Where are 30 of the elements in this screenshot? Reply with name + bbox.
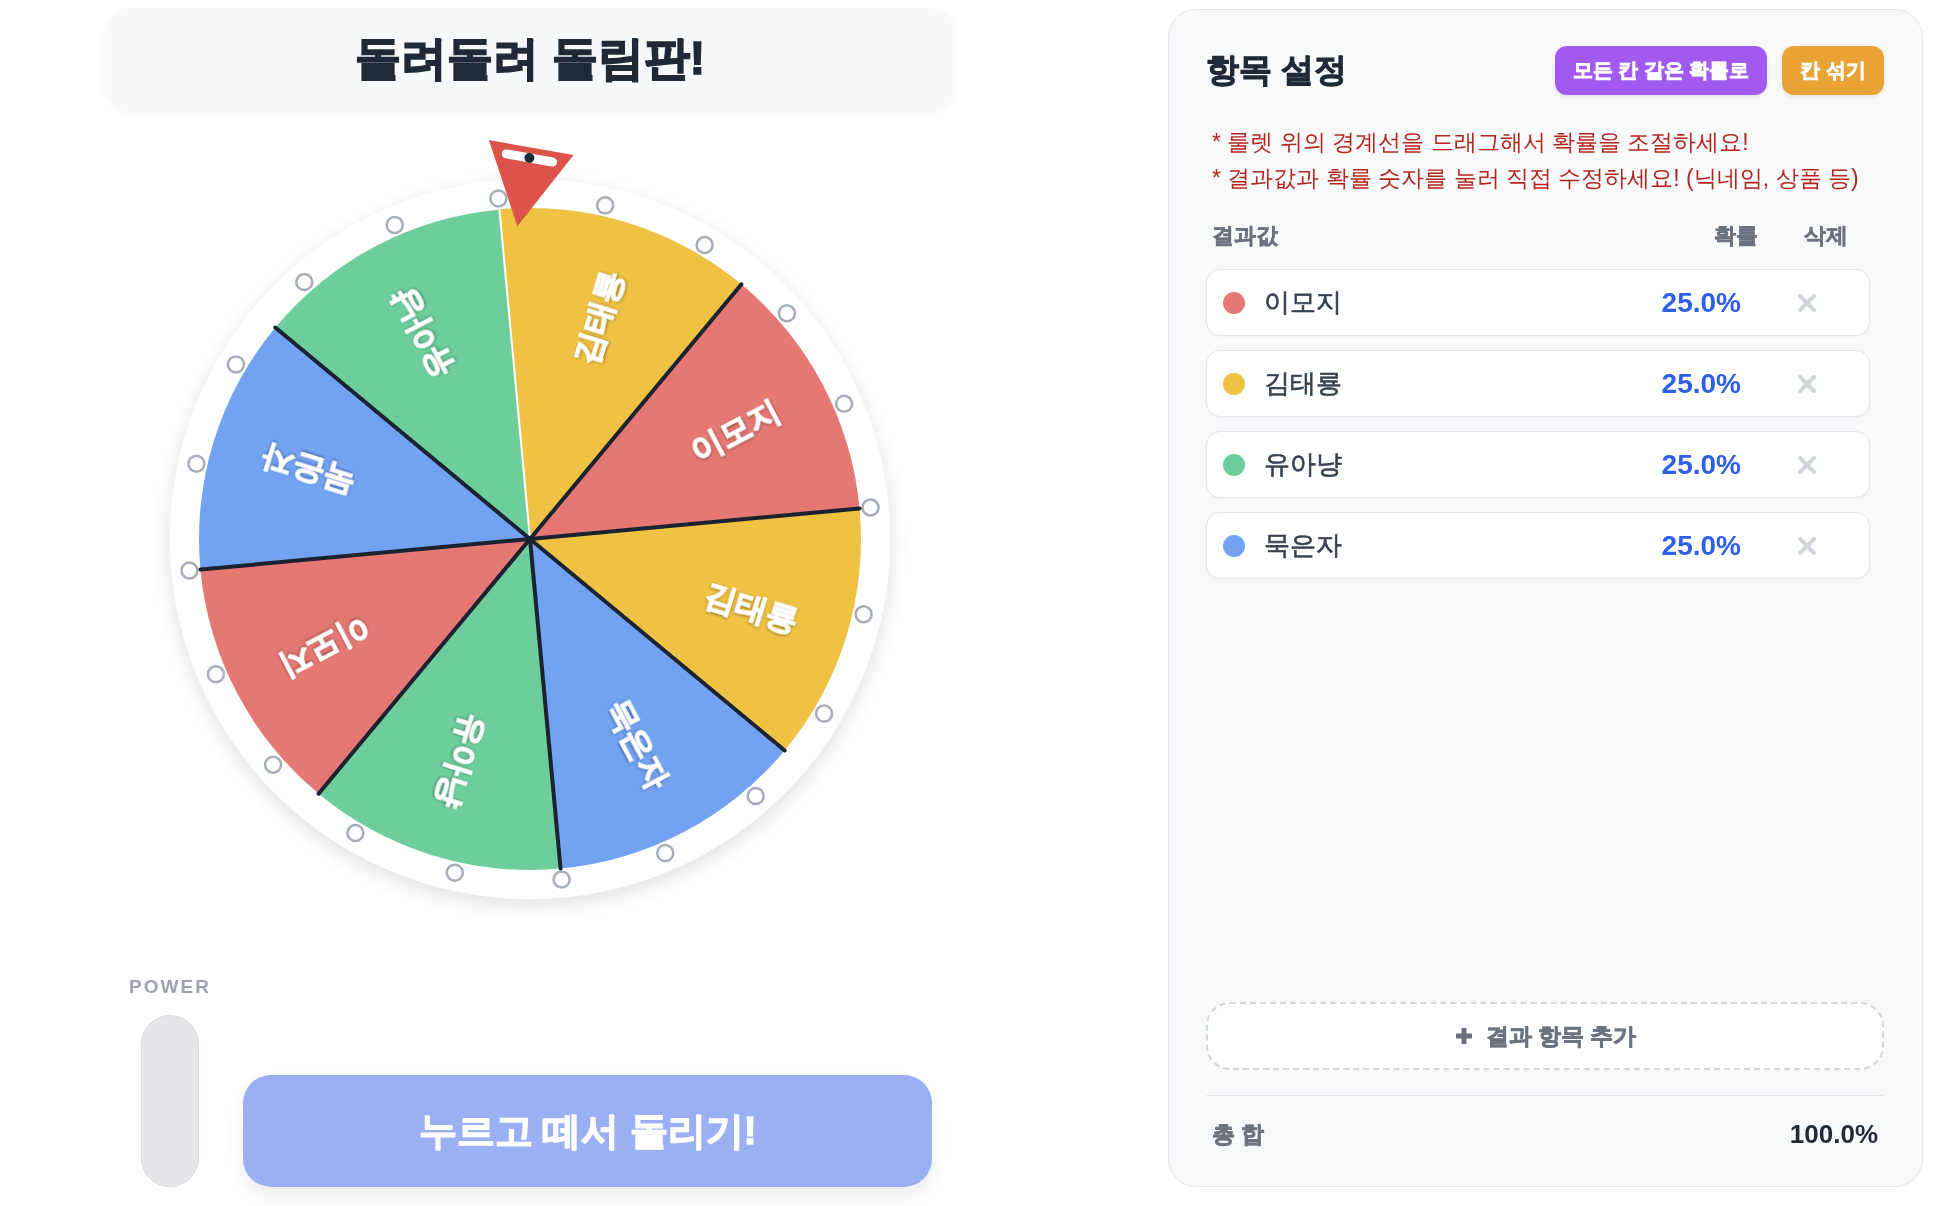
close-icon <box>1798 536 1816 555</box>
equalize-button[interactable]: 모든 칸 같은 확률로 <box>1554 46 1768 95</box>
total-label: 총 합 <box>1212 1119 1265 1149</box>
item-probability[interactable]: 25.0% <box>1661 529 1741 562</box>
close-icon <box>1798 293 1816 312</box>
hint-text: * 룰렛 위의 경계선을 드래그해서 확률을 조절하세요! <box>1212 128 1750 157</box>
add-item-button[interactable]: 결과 항목 추가 <box>1206 1002 1884 1070</box>
segment-label: 묵은자 <box>257 439 360 502</box>
item-name[interactable]: 김태룡 <box>1264 366 1342 401</box>
column-header: 삭제 <box>1804 222 1848 250</box>
power-label: POWER <box>129 976 211 998</box>
item-name[interactable]: 묵은자 <box>1264 528 1342 563</box>
panel-title: 항목 설정 <box>1206 50 1348 90</box>
item-probability[interactable]: 25.0% <box>1661 286 1741 319</box>
item-probability[interactable]: 25.0% <box>1661 367 1741 400</box>
pointer-icon <box>488 140 574 227</box>
segment-label: 김태룡 <box>567 266 630 369</box>
item-probability[interactable]: 25.0% <box>1661 448 1741 481</box>
column-header: 확률 <box>1714 222 1758 250</box>
close-icon <box>1798 455 1816 474</box>
total-value: 100.0% <box>1789 1118 1878 1150</box>
column-header: 결과값 <box>1212 222 1278 250</box>
segment-label: 김태룡 <box>700 576 803 639</box>
app-title: 돌려돌려 돌림판! <box>354 31 706 86</box>
segment-label: 유아냥 <box>430 709 493 812</box>
close-icon <box>1798 374 1816 393</box>
item-name[interactable]: 유아냥 <box>1264 447 1342 482</box>
plus-icon <box>1453 1026 1474 1046</box>
hint-text: * 결과값과 확률 숫자를 눌러 직접 수정하세요! (닉네임, 상품 등) <box>1212 164 1860 193</box>
item-name[interactable]: 이모지 <box>1264 285 1342 320</box>
